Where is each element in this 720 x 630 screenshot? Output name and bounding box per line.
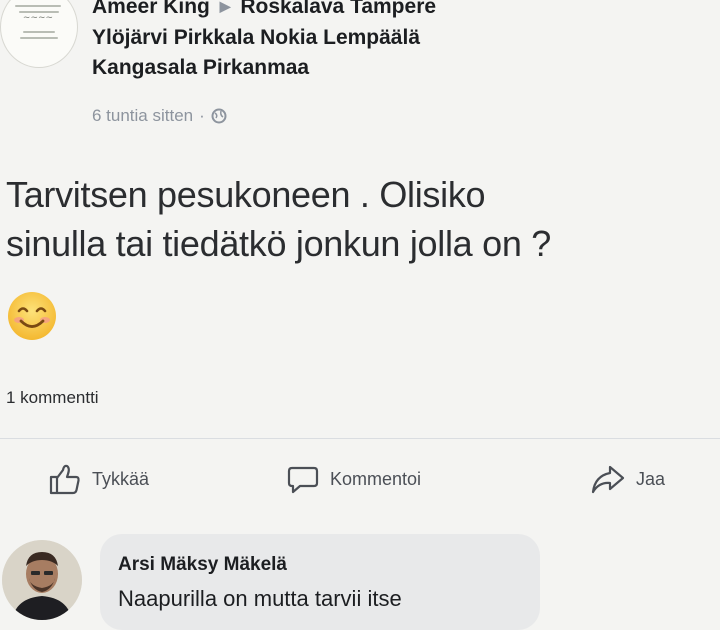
group-name-line-3[interactable]: Kangasala Pirkanmaa bbox=[92, 53, 692, 83]
post-text-line: sinulla tai tiedätkö jonkun jolla on ? bbox=[6, 223, 551, 264]
post-title: Ameer King ▶ Roskalava Tampere bbox=[92, 0, 692, 23]
post-header: Ameer King ▶ Roskalava Tampere Ylöjärvi … bbox=[92, 0, 692, 83]
speech-bubble-icon bbox=[287, 466, 319, 494]
author-name[interactable]: Ameer King bbox=[92, 0, 210, 18]
commenter-avatar[interactable] bbox=[2, 540, 82, 620]
comment-button[interactable]: Kommentoi bbox=[286, 462, 421, 496]
share-arrow-icon bbox=[591, 465, 625, 494]
thumbs-up-icon bbox=[49, 464, 80, 495]
share-button[interactable]: Jaa bbox=[590, 462, 665, 496]
avatar-script-decoration: ~~~~ bbox=[22, 13, 54, 23]
share-label: Jaa bbox=[636, 468, 666, 489]
comment-text: Naapurilla on mutta tarvii itse bbox=[118, 586, 402, 611]
group-name[interactable]: Roskalava Tampere bbox=[240, 0, 436, 18]
post-text-line: Tarvitsen pesukoneen . Olisiko bbox=[6, 174, 486, 215]
meta-separator: · bbox=[199, 106, 205, 125]
like-button[interactable]: Tykkää bbox=[48, 462, 149, 496]
comment-label: Kommentoi bbox=[330, 468, 422, 489]
avatar-text-line bbox=[20, 37, 58, 39]
avatar-text-line bbox=[15, 5, 61, 7]
post-body: Tarvitsen pesukoneen . Olisiko sinulla t… bbox=[6, 170, 720, 268]
person-photo bbox=[2, 540, 82, 620]
triangle-right-icon: ▶ bbox=[219, 0, 231, 14]
comment-count[interactable]: 1 kommentti bbox=[6, 388, 99, 408]
group-name-line-2[interactable]: Ylöjärvi Pirkkala Nokia Lempäälä bbox=[92, 23, 692, 53]
smiling-face-icon bbox=[8, 292, 56, 340]
comment-bubble bbox=[100, 534, 540, 630]
like-label: Tykkää bbox=[92, 468, 150, 489]
avatar-text-line bbox=[23, 31, 55, 33]
group-avatar[interactable]: ~~~~ bbox=[0, 0, 78, 68]
globe-icon[interactable] bbox=[211, 108, 227, 124]
actions-divider bbox=[0, 438, 720, 439]
post-meta: 6 tuntia sitten · bbox=[92, 106, 227, 126]
post-timestamp[interactable]: 6 tuntia sitten bbox=[92, 106, 193, 126]
commenter-name[interactable]: Arsi Mäksy Mäkelä bbox=[118, 554, 287, 576]
